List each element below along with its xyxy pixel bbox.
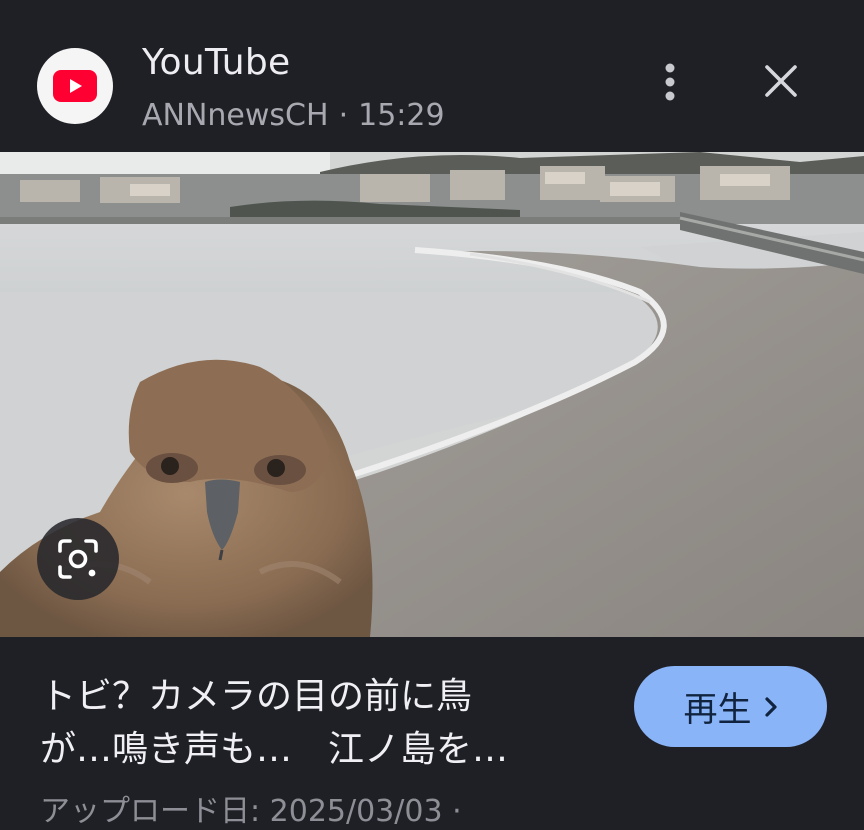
- play-button[interactable]: 再生: [634, 666, 827, 747]
- video-duration: 15:29: [358, 98, 445, 133]
- app-avatar[interactable]: [37, 48, 113, 124]
- google-lens-icon: [58, 539, 98, 579]
- chevron-right-icon: [764, 696, 777, 717]
- lens-search-button[interactable]: [37, 518, 119, 600]
- channel-name: ANNnewsCH: [142, 98, 329, 133]
- more-vert-icon: [665, 63, 675, 101]
- upload-date-info: アップロード日: 2025/03/03 ·: [40, 794, 462, 829]
- youtube-logo-icon: [53, 70, 97, 102]
- result-header: YouTube ANNnewsCH · 15:29: [0, 0, 864, 152]
- separator-dot: ·: [338, 98, 349, 133]
- more-options-button[interactable]: [650, 56, 690, 108]
- close-button[interactable]: [758, 58, 804, 104]
- close-icon: [765, 65, 797, 97]
- thumbnail-image: [0, 152, 864, 637]
- app-name: YouTube: [142, 42, 291, 83]
- source-info: ANNnewsCH · 15:29: [142, 98, 445, 133]
- play-button-label: 再生: [683, 690, 752, 730]
- video-title[interactable]: トビ？カメラの目の前に鳥 が…鳴き声も… 江ノ島を…: [40, 670, 620, 776]
- video-thumbnail[interactable]: [0, 152, 864, 637]
